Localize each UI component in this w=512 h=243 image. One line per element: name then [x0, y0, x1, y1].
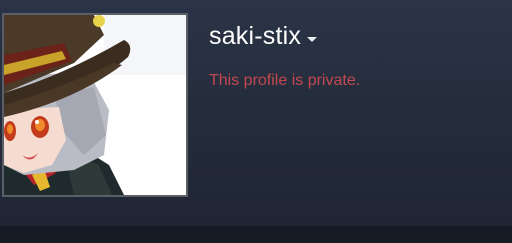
- profile-header: saki-stix This profile is private.: [0, 0, 512, 226]
- private-profile-message: This profile is private.: [209, 72, 361, 89]
- persona-name[interactable]: saki-stix: [209, 19, 301, 53]
- persona-name-row[interactable]: saki-stix: [209, 19, 318, 53]
- avatar-frame: [2, 13, 188, 197]
- avatar: [4, 15, 186, 195]
- profile-content-band: [0, 226, 512, 243]
- caret-down-icon[interactable]: [307, 36, 318, 42]
